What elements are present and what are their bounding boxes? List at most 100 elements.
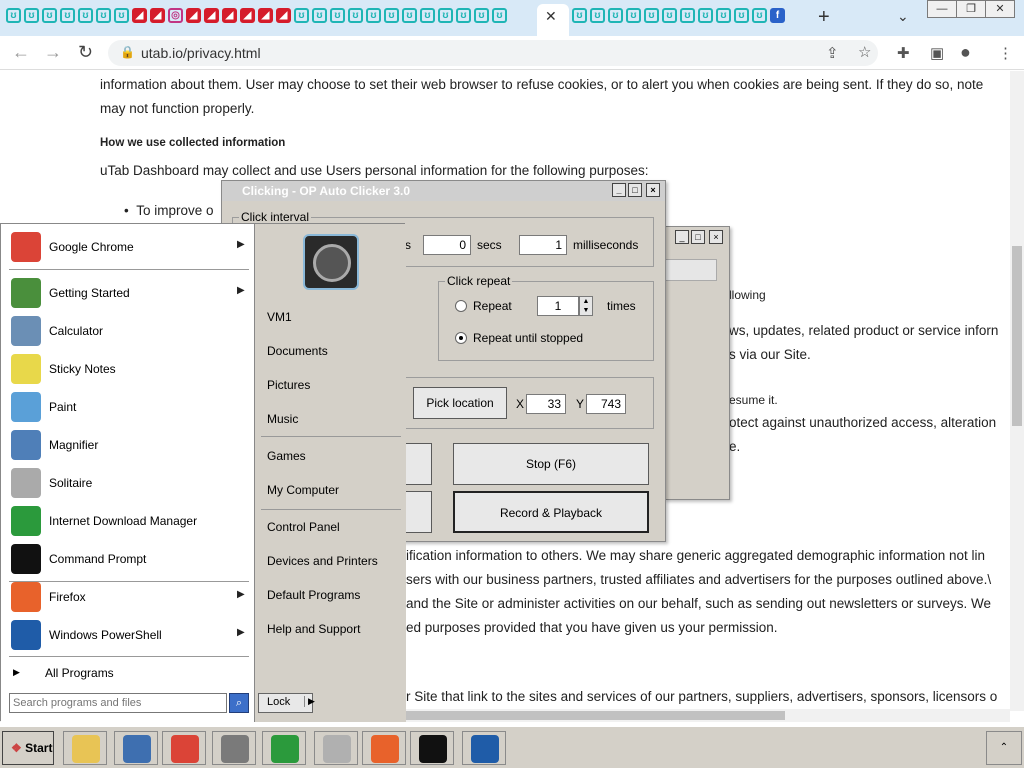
program-item[interactable]: Paint xyxy=(9,390,249,424)
tab-icon[interactable]: ʊ xyxy=(312,8,327,23)
program-item[interactable]: Windows PowerShell ▶ xyxy=(9,618,249,652)
tab-icon[interactable]: ◢ xyxy=(132,8,147,23)
start-button-partial[interactable] xyxy=(405,443,432,485)
start-menu-link[interactable]: VM1 xyxy=(267,310,292,324)
tab-icon[interactable]: ʊ xyxy=(716,8,731,23)
title-bar[interactable]: Clicking - OP Auto Clicker 3.0 _ □ × xyxy=(222,181,665,201)
url-text[interactable]: utab.io/privacy.html xyxy=(141,45,261,61)
facebook-tab-icon[interactable]: f xyxy=(770,8,785,23)
tab-icon[interactable]: ʊ xyxy=(752,8,767,23)
tab-icon[interactable]: ʊ xyxy=(6,8,21,23)
repeat-count-spinner[interactable]: ▲ ▼ xyxy=(579,296,593,316)
menu-kebab-icon[interactable]: ⋮ xyxy=(998,44,1013,62)
side-panel-icon[interactable]: ▣ xyxy=(930,44,944,62)
text-field[interactable] xyxy=(665,259,717,281)
start-menu-link[interactable]: Pictures xyxy=(267,378,310,392)
taskbar-chrome-button[interactable] xyxy=(162,731,206,765)
repeat-until-stopped-radio[interactable] xyxy=(455,332,467,344)
tab-icon[interactable]: ʊ xyxy=(294,8,309,23)
repeat-count-input[interactable]: 1 xyxy=(537,296,579,316)
taskbar-media-player-button[interactable] xyxy=(114,731,158,765)
show-hidden-icons-button[interactable]: ⌃ xyxy=(986,731,1022,765)
start-menu-link[interactable]: Games xyxy=(267,449,306,463)
start-menu-link[interactable]: Help and Support xyxy=(267,622,360,636)
maximize-button[interactable]: □ xyxy=(691,230,705,244)
tab-icon[interactable]: ʊ xyxy=(626,8,641,23)
bookmark-star-icon[interactable]: ☆ xyxy=(858,43,871,61)
tab-icon[interactable]: ◢ xyxy=(222,8,237,23)
taskbar-server-manager-button[interactable] xyxy=(212,731,256,765)
program-item[interactable]: Getting Started ▶ xyxy=(9,276,249,310)
tab-icon[interactable]: ◢ xyxy=(186,8,201,23)
program-item[interactable]: Firefox ▶ xyxy=(9,580,249,614)
taskbar-idm-button[interactable] xyxy=(262,731,306,765)
start-menu-link[interactable]: Music xyxy=(267,412,298,426)
tab-icon[interactable]: ʊ xyxy=(42,8,57,23)
tab-icon[interactable]: ◢ xyxy=(150,8,165,23)
tab-icon[interactable]: ʊ xyxy=(384,8,399,23)
tab-icon[interactable]: ◢ xyxy=(204,8,219,23)
tab-icon[interactable]: ʊ xyxy=(438,8,453,23)
tab-icon[interactable]: ʊ xyxy=(662,8,677,23)
scroll-thumb[interactable] xyxy=(1012,246,1022,426)
vertical-scrollbar[interactable] xyxy=(1010,71,1024,711)
tab-icon[interactable]: ◢ xyxy=(240,8,255,23)
tab-icon[interactable]: ʊ xyxy=(590,8,605,23)
tab-icon[interactable]: ʊ xyxy=(456,8,471,23)
taskbar-firefox-button[interactable] xyxy=(362,731,406,765)
close-button[interactable]: × xyxy=(709,230,723,244)
start-menu-link[interactable]: Devices and Printers xyxy=(267,554,378,568)
user-picture[interactable] xyxy=(303,234,359,290)
profile-icon[interactable]: ● xyxy=(960,42,971,63)
tab-icon[interactable]: ʊ xyxy=(698,8,713,23)
lock-options-arrow-icon[interactable]: ▶ xyxy=(304,696,315,707)
milliseconds-input[interactable]: 1 xyxy=(519,235,567,255)
start-menu-link[interactable]: Default Programs xyxy=(267,588,360,602)
new-tab-button[interactable]: + xyxy=(818,6,830,29)
start-menu-link[interactable]: Documents xyxy=(267,344,328,358)
radio-label[interactable]: Repeat until stopped xyxy=(473,331,583,345)
search-programs-input[interactable] xyxy=(9,693,227,713)
radio-label[interactable]: Repeat xyxy=(473,299,512,313)
program-item[interactable]: Internet Download Manager xyxy=(9,504,249,538)
x-coordinate-input[interactable]: 33 xyxy=(526,394,566,414)
start-menu-link[interactable]: Control Panel xyxy=(267,520,340,534)
minimize-button[interactable]: _ xyxy=(612,183,626,197)
instagram-tab-icon[interactable]: ◎ xyxy=(168,8,183,23)
tab-icon[interactable]: ʊ xyxy=(420,8,435,23)
program-item[interactable]: Calculator xyxy=(9,314,249,348)
tab-icon[interactable]: ʊ xyxy=(492,8,507,23)
tab-icon[interactable]: ʊ xyxy=(644,8,659,23)
tab-icon[interactable]: ʊ xyxy=(78,8,93,23)
close-button[interactable]: × xyxy=(646,183,660,197)
taskbar-explorer-button[interactable] xyxy=(63,731,107,765)
all-programs-link[interactable]: All Programs xyxy=(45,666,114,680)
program-item[interactable]: Command Prompt xyxy=(9,542,249,576)
tab-icon[interactable]: ʊ xyxy=(572,8,587,23)
forward-icon[interactable]: → xyxy=(44,42,62,63)
tab-search-icon[interactable]: ⌄ xyxy=(897,8,909,25)
tab-icon[interactable]: ʊ xyxy=(330,8,345,23)
background-window[interactable]: _ □ × xyxy=(664,226,730,500)
tab-icon[interactable]: ʊ xyxy=(680,8,695,23)
restore-button[interactable]: ❐ xyxy=(956,0,986,18)
tab-icon[interactable]: ʊ xyxy=(734,8,749,23)
stop-button[interactable]: Stop (F6) xyxy=(453,443,649,485)
y-coordinate-input[interactable]: 743 xyxy=(586,394,626,414)
tab-icon[interactable]: ʊ xyxy=(96,8,111,23)
start-menu-link[interactable]: My Computer xyxy=(267,483,339,497)
tab-icon[interactable]: ◢ xyxy=(258,8,273,23)
tab-icon[interactable]: ʊ xyxy=(114,8,129,23)
tab-close-icon[interactable]: ✕ xyxy=(545,8,557,25)
tab-icon[interactable]: ʊ xyxy=(608,8,623,23)
program-item[interactable]: Solitaire xyxy=(9,466,249,500)
taskbar-powershell-button[interactable] xyxy=(462,731,506,765)
help-button-partial[interactable] xyxy=(405,491,432,533)
share-icon[interactable]: ⇪ xyxy=(826,44,839,62)
lock-button[interactable]: Lock ▶ xyxy=(258,693,315,713)
record-playback-button[interactable]: Record & Playback xyxy=(453,491,649,533)
secs-input[interactable]: 0 xyxy=(423,235,471,255)
tab-icon[interactable]: ʊ xyxy=(24,8,39,23)
pick-location-button[interactable]: Pick location xyxy=(413,387,507,419)
tab-icon[interactable]: ʊ xyxy=(60,8,75,23)
